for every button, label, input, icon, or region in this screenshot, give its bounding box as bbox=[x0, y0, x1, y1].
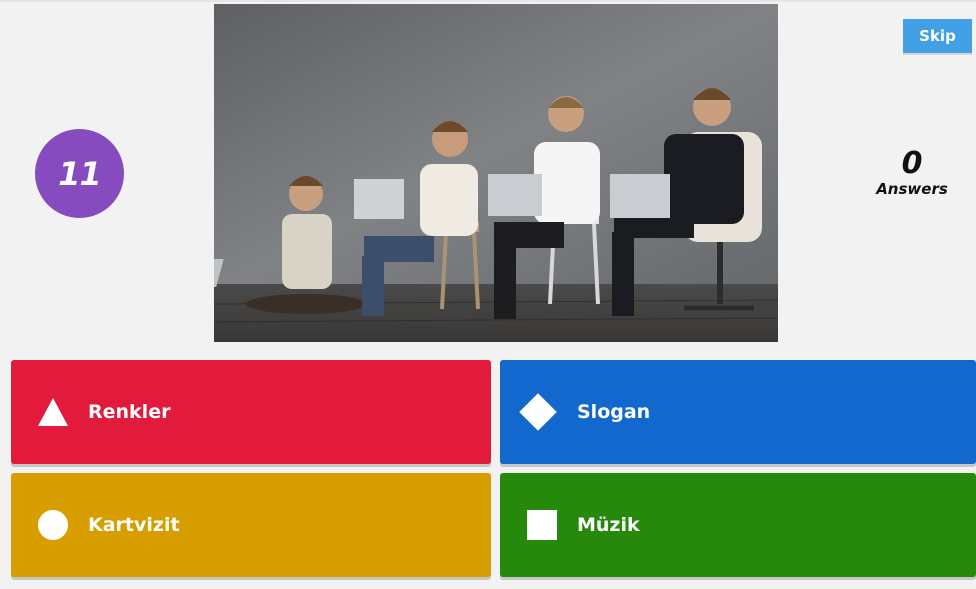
answer-option-label: Kartvizit bbox=[88, 514, 180, 536]
answer-option-green[interactable]: Müzik bbox=[500, 473, 976, 577]
timer-value: 11 bbox=[58, 154, 102, 193]
answer-option-label: Slogan bbox=[577, 401, 651, 423]
countdown-timer: 11 bbox=[35, 129, 124, 218]
question-image bbox=[214, 4, 778, 342]
answer-option-label: Renkler bbox=[88, 401, 171, 423]
answers-label: Answers bbox=[876, 180, 948, 198]
square-icon bbox=[527, 510, 557, 540]
triangle-icon bbox=[38, 398, 68, 426]
answer-option-red[interactable]: Renkler bbox=[11, 360, 491, 464]
answer-option-blue[interactable]: Slogan bbox=[500, 360, 976, 464]
answer-option-label: Müzik bbox=[577, 514, 640, 536]
skip-button[interactable]: Skip bbox=[903, 19, 972, 53]
top-divider bbox=[0, 0, 976, 2]
diamond-icon bbox=[519, 393, 557, 431]
circle-icon bbox=[38, 510, 68, 540]
quiz-screen: 11 Skip 0 Answers Renkler Slogan Kartviz… bbox=[0, 0, 976, 589]
question-image-illustration bbox=[214, 4, 778, 342]
answers-counter: 0 Answers bbox=[860, 146, 964, 199]
answers-count: 0 bbox=[901, 146, 923, 181]
answer-option-yellow[interactable]: Kartvizit bbox=[11, 473, 491, 577]
